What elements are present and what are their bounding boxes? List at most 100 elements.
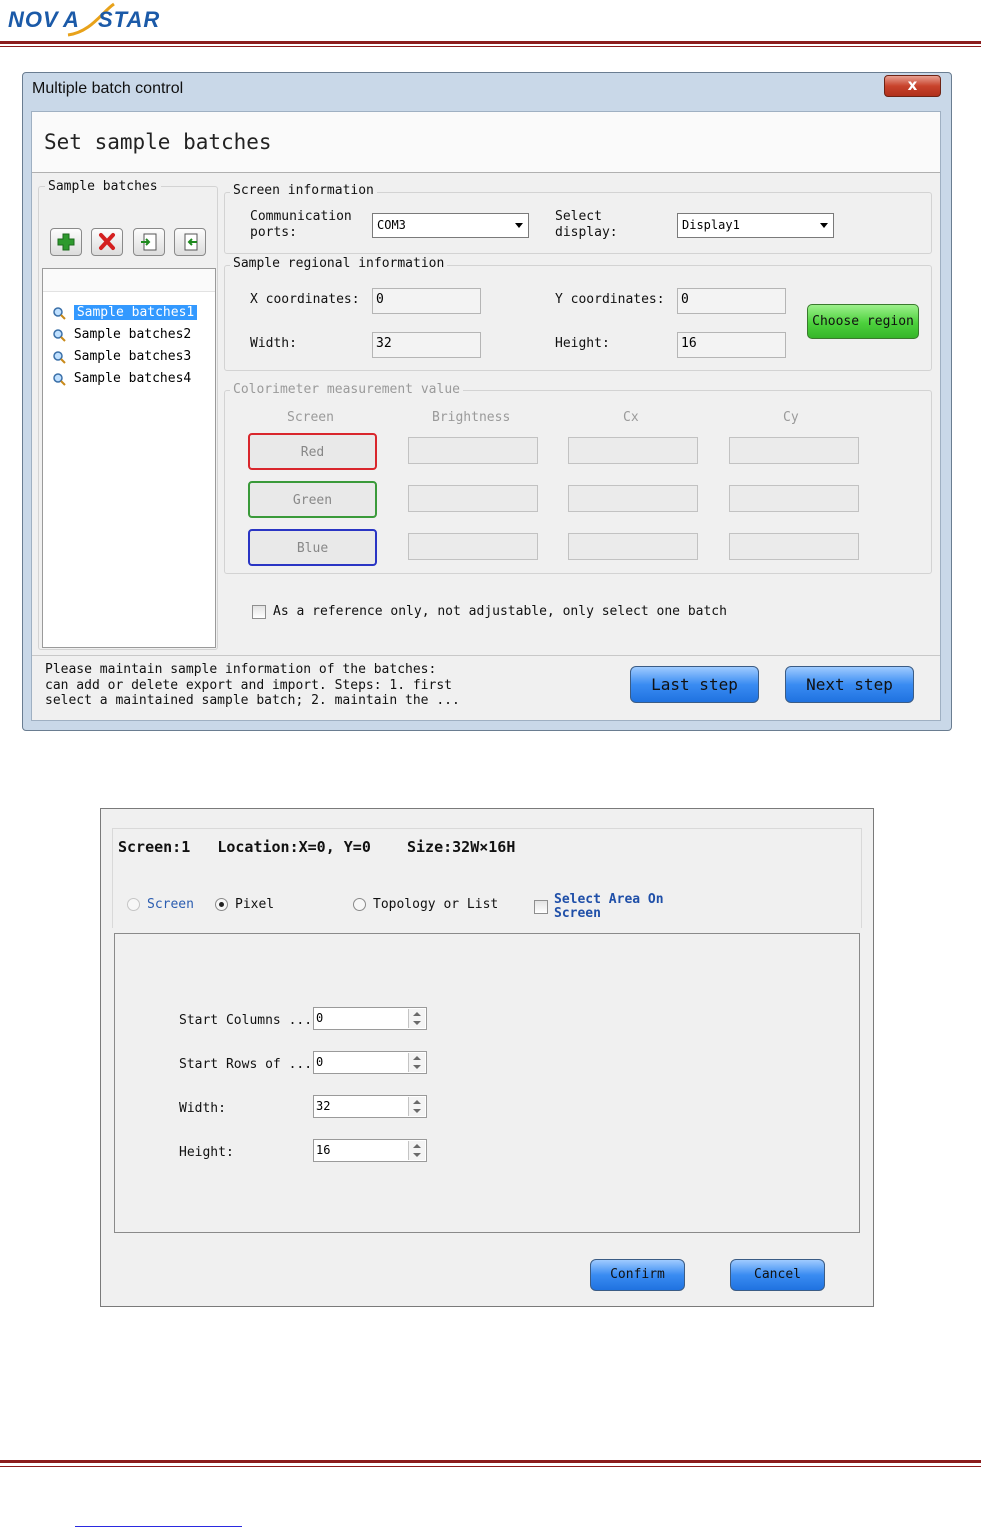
blue-cx-field[interactable]	[568, 533, 698, 560]
blue-button[interactable]: Blue	[248, 529, 377, 566]
red-cy-field[interactable]	[729, 437, 859, 464]
import-batch-button[interactable]	[174, 228, 206, 256]
region-width-label: Width:	[179, 1101, 226, 1116]
select-area-checkbox[interactable]	[534, 900, 548, 914]
height-label: Height:	[555, 336, 610, 351]
region-height-label: Height:	[179, 1145, 234, 1160]
list-item-label: Sample batches4	[73, 371, 192, 386]
green-cy-field[interactable]	[729, 485, 859, 512]
add-batch-button[interactable]	[50, 228, 82, 256]
select-area-label-line2: Screen	[554, 906, 601, 921]
export-batch-button[interactable]	[133, 228, 165, 256]
select-display-select[interactable]: Display1	[677, 213, 834, 238]
width-field[interactable]: 32	[372, 332, 481, 358]
next-step-button[interactable]: Next step	[785, 666, 914, 703]
reference-only-checkbox[interactable]	[252, 605, 266, 619]
start-rows-spinner[interactable]: 0	[313, 1051, 427, 1074]
sample-batches-label: Sample batches	[45, 179, 161, 194]
screen-mode-label: Screen	[147, 897, 194, 912]
topology-mode-label: Topology or List	[373, 897, 499, 912]
topology-mode-radio[interactable]	[353, 898, 366, 911]
delete-icon	[99, 233, 115, 250]
export-icon	[141, 233, 157, 251]
svg-text:STAR: STAR	[98, 7, 160, 32]
list-item[interactable]: Sample batches3	[52, 347, 197, 367]
choose-region-button[interactable]: Choose region	[807, 304, 919, 339]
confirm-button[interactable]: Confirm	[590, 1259, 685, 1291]
screen-information-label: Screen information	[230, 183, 377, 198]
arrow-down-icon	[413, 1065, 421, 1069]
chevron-down-icon	[515, 223, 523, 228]
column-header-brightness: Brightness	[432, 410, 511, 425]
reference-only-label: As a reference only, not adjustable, onl…	[273, 604, 727, 619]
start-columns-spinner[interactable]: 0	[313, 1007, 427, 1030]
green-cx-field[interactable]	[568, 485, 698, 512]
list-header	[43, 269, 215, 292]
list-item[interactable]: Sample batches2	[52, 325, 197, 345]
pixel-mode-radio[interactable]	[215, 898, 228, 911]
pixel-settings-panel	[114, 933, 860, 1233]
x-coordinates-label: X coordinates:	[250, 292, 360, 307]
magnifier-icon	[53, 372, 66, 386]
select-display-value: Display1	[682, 218, 740, 232]
start-columns-label: Start Columns ...	[179, 1013, 313, 1028]
arrow-up-icon	[413, 1056, 421, 1060]
arrow-up-icon	[413, 1100, 421, 1104]
x-coordinates-field[interactable]: 0	[372, 288, 481, 314]
list-item-label: Sample batches1	[73, 305, 198, 320]
svg-text:NOV: NOV	[8, 7, 60, 32]
blue-brightness-field[interactable]	[408, 533, 538, 560]
delete-batch-button[interactable]	[91, 228, 123, 256]
screen-mode-radio[interactable]	[127, 898, 140, 911]
y-coordinates-field[interactable]: 0	[677, 288, 786, 314]
spinner-buttons[interactable]	[408, 1053, 425, 1072]
select-display-label: Select display:	[555, 209, 618, 240]
location-info: Location:X=0, Y=0	[217, 838, 371, 856]
footer-link-underline[interactable]	[75, 1526, 242, 1527]
region-height-value: 16	[316, 1143, 331, 1157]
list-item[interactable]: Sample batches1	[52, 303, 198, 323]
width-label: Width:	[250, 336, 297, 351]
hint-line-1: Please maintain sample information of th…	[45, 662, 437, 677]
hint-line-3: select a maintained sample batch; 2. mai…	[45, 693, 460, 708]
page-title: Set sample batches	[44, 130, 272, 154]
size-info: Size:32W×16H	[407, 838, 516, 856]
blue-cy-field[interactable]	[729, 533, 859, 560]
start-rows-value: 0	[316, 1055, 324, 1069]
colorimeter-label: Colorimeter measurement value	[230, 382, 463, 397]
arrow-up-icon	[413, 1012, 421, 1016]
sample-batch-items: Sample batches1 Sample batches2 Sample b…	[52, 303, 198, 389]
list-item-label: Sample batches3	[73, 349, 192, 364]
screen-info: Screen:1	[118, 838, 191, 856]
red-brightness-field[interactable]	[408, 437, 538, 464]
close-button[interactable]: x	[884, 75, 941, 97]
footer-divider	[32, 655, 940, 656]
y-coordinates-label: Y coordinates:	[555, 292, 665, 307]
last-step-button[interactable]: Last step	[630, 666, 759, 703]
green-brightness-field[interactable]	[408, 485, 538, 512]
region-width-spinner[interactable]: 32	[313, 1095, 427, 1118]
chevron-down-icon	[820, 223, 828, 228]
footer-rule-thin	[0, 1466, 981, 1467]
communication-ports-select[interactable]: COM3	[372, 213, 529, 238]
region-width-value: 32	[316, 1099, 331, 1113]
list-item[interactable]: Sample batches4	[52, 369, 197, 389]
svg-text:A: A	[62, 7, 79, 32]
green-button[interactable]: Green	[248, 481, 377, 518]
header-rule	[0, 41, 981, 44]
column-header-cx: Cx	[623, 410, 639, 425]
list-item-label: Sample batches2	[73, 327, 192, 342]
screen-location-size-info: Screen:1 Location:X=0, Y=0 Size:32W×16H	[118, 838, 515, 856]
pixel-mode-label: Pixel	[235, 897, 275, 912]
red-button[interactable]: Red	[248, 433, 377, 470]
magnifier-icon	[53, 350, 66, 364]
spinner-buttons[interactable]	[408, 1009, 425, 1028]
region-height-spinner[interactable]: 16	[313, 1139, 427, 1162]
add-icon	[57, 233, 75, 251]
cancel-button[interactable]: Cancel	[730, 1259, 825, 1291]
spinner-buttons[interactable]	[408, 1097, 425, 1116]
novastar-logo: NOV A STAR	[8, 2, 160, 37]
red-cx-field[interactable]	[568, 437, 698, 464]
spinner-buttons[interactable]	[408, 1141, 425, 1160]
height-field[interactable]: 16	[677, 332, 786, 358]
